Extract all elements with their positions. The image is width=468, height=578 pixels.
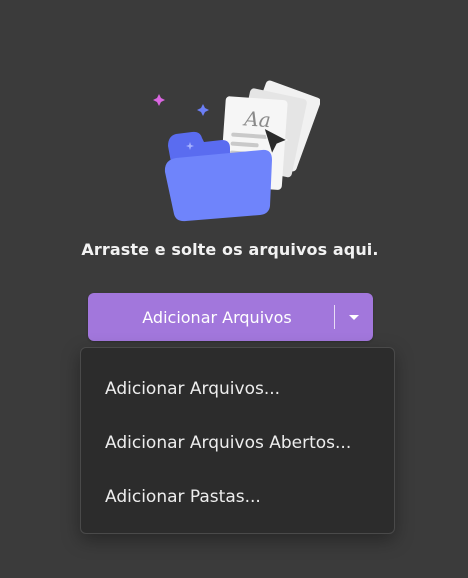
- add-files-dropdown-toggle[interactable]: [335, 293, 373, 341]
- sparkle-icon: [153, 94, 209, 116]
- svg-text:Aa: Aa: [242, 106, 272, 132]
- menu-item-add-files[interactable]: Adicionar Arquivos...: [81, 362, 394, 416]
- add-files-dropdown-menu: Adicionar Arquivos... Adicionar Arquivos…: [80, 347, 395, 534]
- drop-instruction-text: Arraste e solte os arquivos aqui.: [81, 240, 379, 259]
- file-drop-panel: Aa Arraste e solte os arquivos aqui. Adi…: [0, 0, 468, 578]
- caret-down-icon: [349, 314, 359, 320]
- add-files-split-button[interactable]: Adicionar Arquivos: [88, 293, 373, 341]
- menu-item-add-open-files[interactable]: Adicionar Arquivos Abertos...: [81, 416, 394, 470]
- add-files-button[interactable]: Adicionar Arquivos: [88, 293, 334, 341]
- folder-documents-illustration: Aa: [153, 80, 320, 222]
- menu-item-add-folders[interactable]: Adicionar Pastas...: [81, 470, 394, 524]
